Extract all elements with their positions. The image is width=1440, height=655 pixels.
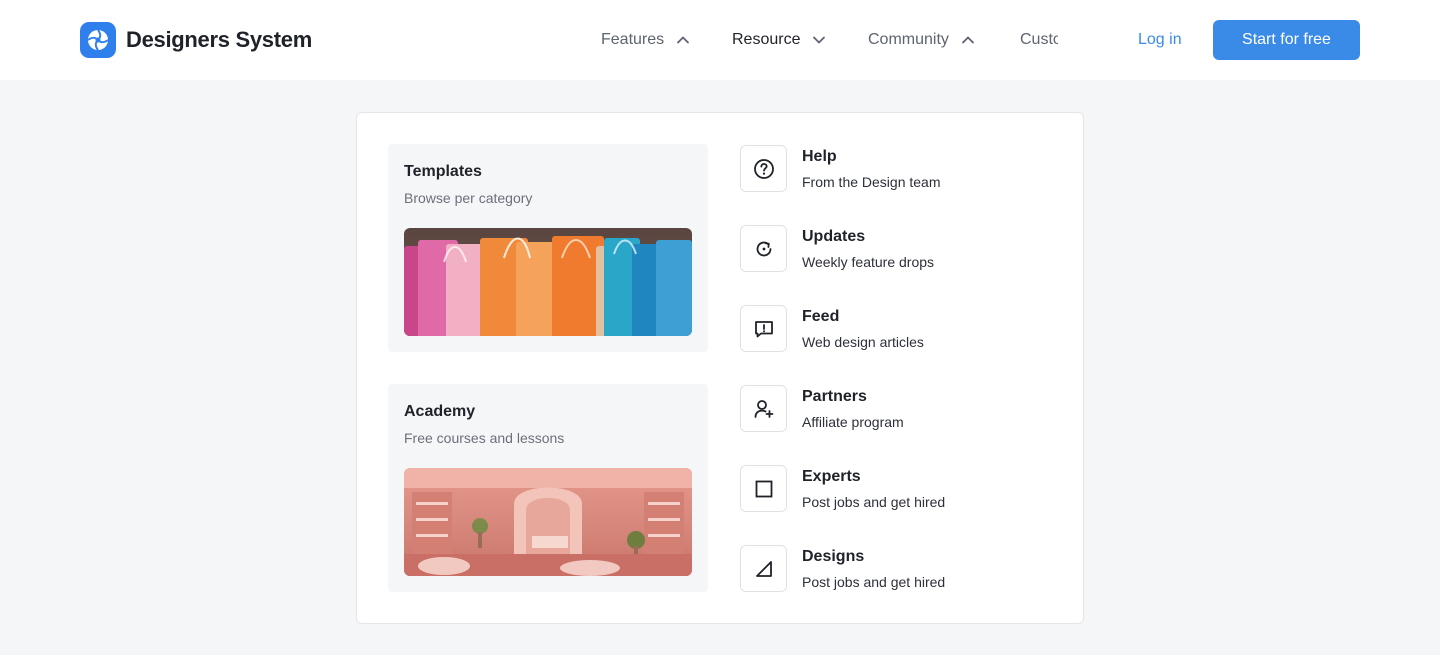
menu-item-partners[interactable]: Partners Affiliate program — [740, 385, 1040, 445]
menu-item-partners-subtitle: Affiliate program — [802, 414, 904, 430]
start-for-free-button[interactable]: Start for free — [1213, 20, 1360, 60]
chevron-down-icon — [813, 36, 826, 44]
triangle-icon — [740, 545, 787, 592]
square-icon — [740, 465, 787, 512]
academy-card-title: Academy — [404, 403, 476, 420]
refresh-icon — [740, 225, 787, 272]
nav-features-label: Features — [601, 31, 665, 48]
login-link[interactable]: Log in — [1138, 0, 1182, 80]
nav-resource[interactable]: Resource — [732, 0, 826, 80]
nav-customers-truncated[interactable]: Custo — [1020, 0, 1058, 80]
help-circle-icon — [740, 145, 787, 192]
menu-item-help-title: Help — [802, 148, 837, 165]
menu-item-feed-title: Feed — [802, 308, 840, 325]
menu-item-experts[interactable]: Experts Post jobs and get hired — [740, 465, 1040, 525]
menu-item-experts-title: Experts — [802, 468, 861, 485]
shopping-bags-image — [404, 228, 692, 336]
brand-logo[interactable]: Designers System — [80, 22, 312, 58]
menu-item-updates[interactable]: Updates Weekly feature drops — [740, 225, 1040, 285]
chevron-up-icon — [677, 36, 690, 44]
pink-store-interior-image — [404, 468, 692, 576]
nav-resource-label: Resource — [732, 31, 801, 48]
academy-card-subtitle: Free courses and lessons — [404, 430, 565, 446]
menu-item-feed-subtitle: Web design articles — [802, 334, 924, 350]
menu-item-designs-title: Designs — [802, 548, 865, 565]
user-plus-icon — [740, 385, 787, 432]
brand-name: Designers System — [126, 27, 312, 52]
menu-item-partners-title: Partners — [802, 388, 867, 405]
templates-card[interactable]: Templates Browse per category — [388, 144, 708, 352]
menu-item-updates-title: Updates — [802, 228, 866, 245]
chevron-up-icon — [962, 36, 974, 44]
nav-community-label: Community — [868, 31, 949, 48]
nav-community[interactable]: Community — [868, 0, 975, 80]
resource-dropdown-panel: Templates Browse per category Academy Fr… — [356, 112, 1084, 624]
nav-features[interactable]: Features — [601, 0, 690, 80]
menu-item-help[interactable]: Help From the Design team — [740, 145, 1040, 205]
menu-item-experts-subtitle: Post jobs and get hired — [802, 494, 946, 510]
menu-item-designs-subtitle: Post jobs and get hired — [802, 574, 946, 590]
message-alert-icon — [740, 305, 787, 352]
templates-card-subtitle: Browse per category — [404, 190, 533, 206]
nav-customers-label: Custo — [1020, 31, 1058, 48]
menu-item-help-subtitle: From the Design team — [802, 174, 941, 190]
aperture-logo-icon — [80, 22, 116, 58]
templates-card-title: Templates — [404, 163, 482, 180]
academy-card[interactable]: Academy Free courses and lessons — [388, 384, 708, 592]
menu-item-updates-subtitle: Weekly feature drops — [802, 254, 935, 270]
menu-item-feed[interactable]: Feed Web design articles — [740, 305, 1040, 365]
top-navigation-bar: Designers System Features Resource Commu… — [0, 0, 1440, 80]
menu-item-designs[interactable]: Designs Post jobs and get hired — [740, 545, 1040, 605]
